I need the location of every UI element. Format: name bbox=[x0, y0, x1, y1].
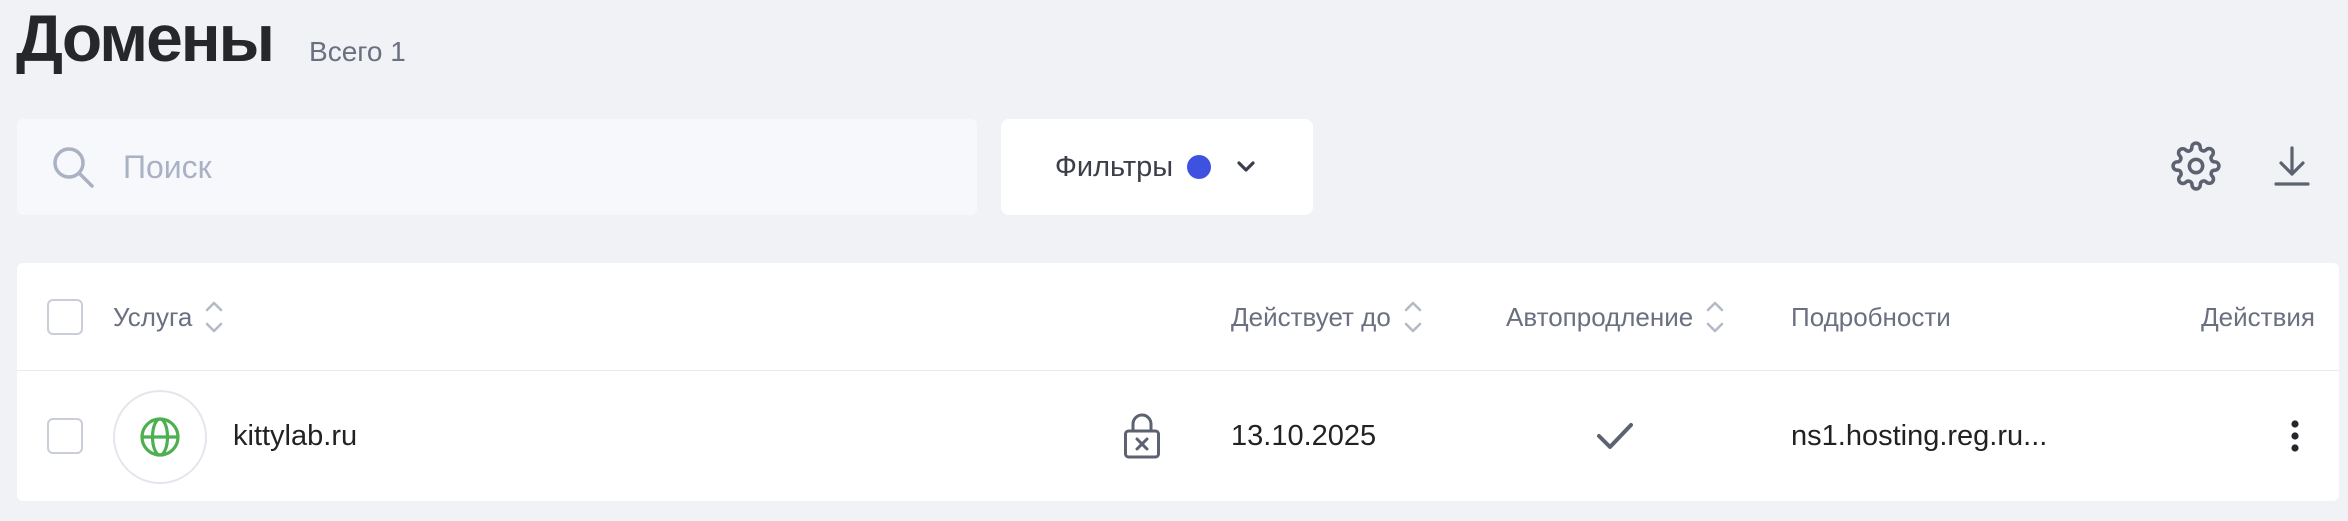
download-button[interactable] bbox=[2260, 134, 2324, 198]
column-details-label: Подробности bbox=[1791, 301, 1951, 332]
column-actions-label: Действия bbox=[2201, 301, 2315, 332]
column-autorenew[interactable]: Автопродление bbox=[1506, 263, 1725, 371]
column-expires[interactable]: Действует до bbox=[1231, 263, 1423, 371]
search-box[interactable] bbox=[17, 119, 977, 215]
filter-active-indicator bbox=[1187, 155, 1212, 179]
expires-cell: 13.10.2025 bbox=[1231, 371, 1376, 501]
globe-icon bbox=[138, 415, 182, 459]
lock-icon bbox=[1117, 411, 1167, 461]
details-cell: ns1.hosting.reg.ru... bbox=[1791, 371, 2047, 501]
select-all-checkbox[interactable] bbox=[47, 299, 83, 335]
total-count: Всего 1 bbox=[309, 36, 406, 67]
domains-table: Услуга Действует до Автопродление Подроб… bbox=[17, 263, 2339, 501]
page-title: Домены bbox=[16, 1, 275, 75]
table-row[interactable]: kittylab.ru 13.10.2025 ns1.hosting.reg.r… bbox=[17, 371, 2339, 501]
more-vertical-icon bbox=[2289, 419, 2301, 453]
column-details: Подробности bbox=[1791, 263, 1951, 371]
column-expires-label: Действует до bbox=[1231, 301, 1391, 332]
domain-name-cell[interactable]: kittylab.ru bbox=[233, 371, 357, 501]
table-header: Услуга Действует до Автопродление Подроб… bbox=[17, 263, 2339, 371]
sort-icon bbox=[1705, 297, 1725, 337]
column-service-label: Услуга bbox=[113, 301, 193, 332]
sort-icon bbox=[1403, 297, 1423, 337]
details-text: ns1.hosting.reg.ru... bbox=[1791, 419, 2048, 452]
search-input[interactable] bbox=[123, 119, 977, 215]
row-checkbox[interactable] bbox=[47, 418, 83, 454]
row-actions-button[interactable] bbox=[2271, 412, 2319, 460]
filters-label: Фильтры bbox=[1054, 150, 1174, 183]
check-icon bbox=[1593, 416, 1637, 456]
expires-date: 13.10.2025 bbox=[1231, 419, 1377, 452]
settings-button[interactable] bbox=[2164, 134, 2228, 198]
filters-button[interactable]: Фильтры bbox=[1001, 119, 1313, 215]
chevron-down-icon bbox=[1233, 154, 1259, 180]
domain-name[interactable]: kittylab.ru bbox=[233, 420, 357, 453]
page-header: Домены Всего 1 bbox=[16, 0, 406, 80]
download-icon bbox=[2270, 144, 2314, 188]
sort-icon bbox=[204, 297, 224, 337]
gear-icon bbox=[2171, 141, 2221, 191]
column-actions: Действия bbox=[2201, 263, 2315, 371]
column-service[interactable]: Услуга bbox=[113, 263, 224, 371]
column-autorenew-label: Автопродление bbox=[1506, 301, 1694, 332]
search-icon bbox=[49, 143, 97, 191]
domain-avatar bbox=[113, 390, 207, 484]
